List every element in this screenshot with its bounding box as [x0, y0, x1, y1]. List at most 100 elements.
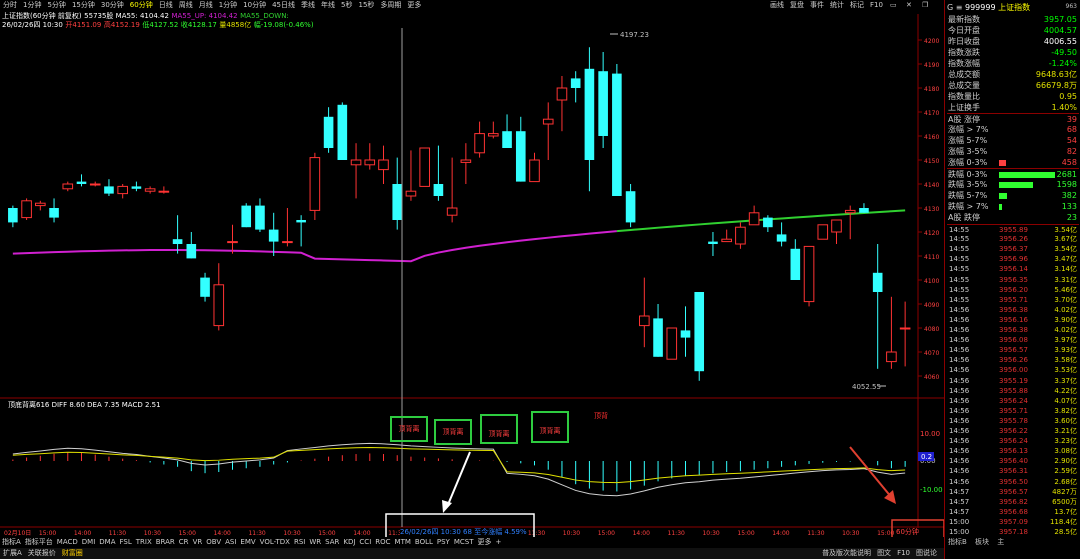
footer-link[interactable]: 图文 [874, 548, 894, 559]
breadth-bar [999, 182, 1033, 188]
indicator-tab[interactable]: 指标A [0, 537, 23, 547]
tick-price: 3956.26 [999, 235, 1028, 244]
indicator-tab[interactable]: SAR [323, 537, 341, 547]
breadth-label: A股 跌停 [948, 213, 981, 222]
candle-body [598, 71, 608, 136]
footer-link[interactable]: 普及版次能说明 [819, 548, 874, 559]
indicator-tab[interactable]: MCST [452, 537, 476, 547]
breadth-row: 跌幅 > 7% 133 [947, 201, 1079, 212]
breadth-value: 382 [1061, 191, 1077, 200]
indicator-tab[interactable]: VOL-TDX [258, 537, 292, 547]
tick-row: 14:55 3955.71 3.70亿 [947, 295, 1079, 305]
indicator-tab[interactable]: DMI [80, 537, 98, 547]
tick-row: 14:56 3956.50 2.68亿 [947, 477, 1079, 487]
quote-value: 4004.57 [1043, 26, 1077, 35]
quote-label: 指数涨幅 [948, 59, 980, 68]
tab-sector[interactable]: 板块 [972, 538, 992, 546]
time-label: 11:30 [528, 530, 545, 537]
time-label: 11:30 [807, 530, 824, 537]
price-tick-label: 4190 [924, 62, 939, 69]
ma55-up-segment [12, 230, 617, 263]
candle-body [708, 241, 718, 244]
panel-code: 999999 [965, 3, 996, 12]
tick-row: 15:00 3957.18 28.5亿 [947, 527, 1079, 537]
indicator-tab[interactable]: DMA [97, 537, 117, 547]
divergence-box-3: 顶背离 [480, 414, 518, 444]
indicator-tab[interactable]: CCI [357, 537, 373, 547]
candle-body [433, 184, 444, 196]
candle-body [8, 208, 18, 223]
breadth-value: 1598 [1056, 180, 1077, 189]
breadth-bar [999, 193, 1007, 199]
price-tick-label: 4120 [924, 230, 939, 237]
time-label: 14:00 [772, 530, 789, 537]
tab-indicator-b[interactable]: 指标B [945, 538, 970, 546]
tab-main[interactable]: 主 [994, 538, 1007, 546]
indicator-tab[interactable]: FSL [118, 537, 134, 547]
tick-price: 3956.38 [999, 305, 1028, 314]
candle-body [859, 208, 869, 213]
extension-tab[interactable]: 扩展A [0, 548, 25, 559]
candle-body [200, 277, 210, 297]
tick-row: 14:56 3955.78 3.60亿 [947, 416, 1079, 426]
tick-time: 14:56 [949, 396, 970, 405]
indicator-tab[interactable]: 指标平台 [23, 537, 55, 547]
quote-row: 总成交量 66679.8万 [947, 80, 1079, 91]
indicator-tab[interactable]: CR [177, 537, 191, 547]
indicator-tab[interactable]: ROC [373, 537, 392, 547]
indicator-tab[interactable]: + [494, 537, 504, 547]
indicator-tab[interactable]: PSY [435, 537, 452, 547]
tick-amount: 3.54亿 [1054, 245, 1077, 254]
extension-tab[interactable]: 财富圈 [59, 548, 86, 559]
candle-body [172, 239, 183, 244]
tick-row: 14:56 3956.22 3.21亿 [947, 426, 1079, 436]
indicator-tab[interactable]: EMV [238, 537, 257, 547]
candle-body [89, 183, 101, 186]
candle-body [515, 131, 526, 182]
tick-amount: 13.7亿 [1054, 507, 1077, 516]
candle-body [790, 248, 801, 280]
indicator-tab[interactable]: BRAR [154, 537, 177, 547]
extension-tab[interactable]: 关联报价 [25, 548, 59, 559]
period-label[interactable]: 60分钟 [896, 528, 919, 537]
time-label: 11:30 [109, 530, 126, 537]
tick-time: 14:55 [949, 295, 970, 304]
tick-amount: 3.08亿 [1054, 447, 1077, 456]
indicator-tab[interactable]: OBV [204, 537, 223, 547]
indicator-tab[interactable]: TRIX [134, 537, 154, 547]
tick-time: 14:57 [949, 487, 970, 496]
tick-time: 15:00 [949, 517, 970, 526]
indicator-tab[interactable]: KDJ [341, 537, 357, 547]
tick-price: 3956.35 [999, 275, 1028, 284]
tick-row: 14:56 3955.88 4.22亿 [947, 386, 1079, 396]
indicator-tab[interactable]: ASI [223, 537, 238, 547]
tick-row: 14:56 3955.71 3.82亿 [947, 406, 1079, 416]
kline-chart[interactable]: 4200 4190 4180 4170 4160 4150 4140 4130 4120 4110… [0, 0, 944, 537]
divergence-box-4: 顶背离 [531, 411, 569, 443]
price-tick-label: 4090 [924, 302, 939, 309]
time-label: 10:30 [563, 530, 580, 537]
panel-name: 上证指数 [998, 3, 1031, 12]
indicator-tab[interactable]: MACD [55, 537, 80, 547]
breadth-row: 跌幅 5-7% 382 [947, 190, 1079, 201]
menu-icon[interactable]: ≡ [956, 3, 963, 12]
candle-body [144, 188, 156, 192]
breadth-value: 68 [1066, 125, 1077, 134]
low-annotation: 4052.55 [852, 383, 881, 391]
candle-body [337, 104, 348, 160]
tick-row: 14:55 3956.96 3.47亿 [947, 254, 1079, 264]
footer-link[interactable]: 图说论 [913, 548, 940, 559]
indicator-tab[interactable]: VR [191, 537, 205, 547]
indicator-tab[interactable]: 更多 [476, 537, 494, 547]
candle-body [104, 186, 114, 194]
tick-time: 14:56 [949, 376, 970, 385]
candle-body [694, 292, 705, 372]
panel-g-icon[interactable]: G [947, 3, 953, 12]
indicator-tab[interactable]: BOLL [413, 537, 435, 547]
indicator-tab[interactable]: RSI [292, 537, 307, 547]
footer-link[interactable]: F10 [894, 548, 913, 559]
indicator-tab[interactable]: MTM [393, 537, 413, 547]
indicator-tab[interactable]: WR [307, 537, 323, 547]
candle-body [227, 241, 238, 244]
candle-body [666, 327, 678, 360]
